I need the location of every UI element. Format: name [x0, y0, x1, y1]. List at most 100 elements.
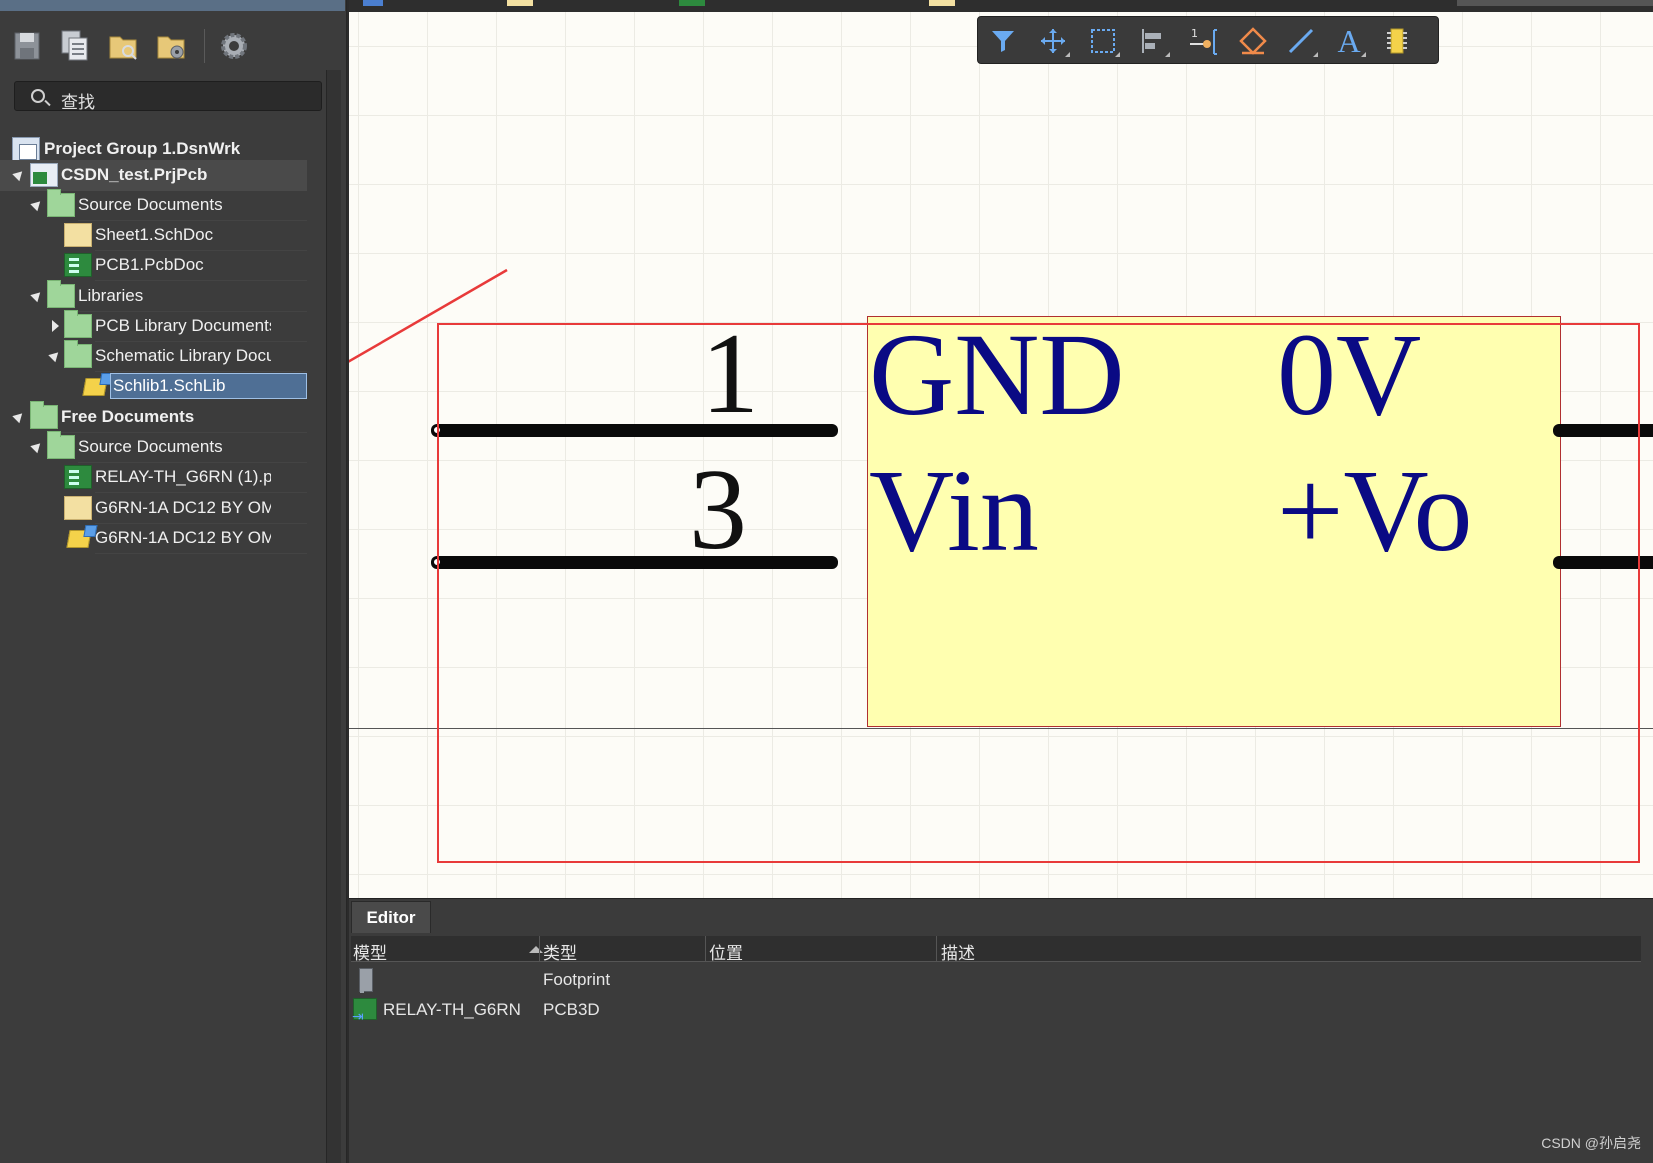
schematic-library-icon [66, 530, 92, 548]
pcb-doc-icon [64, 253, 92, 277]
schematic-library-editor-canvas[interactable]: 1 GND 3 Vin 0V +Vo 1 A [349, 12, 1653, 898]
tree-item-g6rn-schlib[interactable]: G6RN-1A DC12 BY OMRON [0, 523, 325, 554]
collapse-icon[interactable] [48, 348, 62, 363]
collapse-icon[interactable] [12, 167, 26, 182]
svg-text:1: 1 [1191, 27, 1198, 40]
tree-item-g6rn-schdoc[interactable]: G6RN-1A DC12 BY OMRON [0, 493, 325, 524]
cell-model: RELAY-TH_G6RN [383, 1000, 521, 1019]
schematic-library-icon [82, 378, 108, 396]
dropdown-corner [1361, 52, 1366, 57]
move-icon[interactable] [1036, 25, 1070, 57]
folder-icon [30, 401, 58, 429]
save-all-icon[interactable] [60, 29, 90, 63]
tree-item-label: G6RN-1A DC12 BY OMRON [95, 498, 271, 517]
watermark: CSDN @孙启尧 [1541, 1135, 1641, 1151]
table-row[interactable]: Footprint [351, 965, 1641, 995]
schematic-doc-icon [64, 496, 92, 520]
table-row[interactable]: RELAY-TH_G6RN PCB3D [351, 995, 1641, 1025]
tree-item-libraries[interactable]: Libraries [0, 280, 325, 312]
component-icon[interactable] [1380, 25, 1414, 57]
tree-item-label: G6RN-1A DC12 BY OMRON [95, 528, 271, 547]
tree-item-schematic-library-documents[interactable]: Schematic Library Documents [0, 340, 325, 372]
collapse-icon[interactable] [30, 288, 44, 303]
editor-panel: Editor 模型 类型 位置 描述 Footprint RELAY-TH_G6… [349, 898, 1653, 1163]
tab-active[interactable] [1457, 0, 1653, 6]
place-line-icon[interactable] [1284, 25, 1318, 57]
place-pin-icon[interactable]: 1 [1186, 25, 1220, 57]
collapse-icon[interactable] [30, 197, 44, 212]
footprint-icon [359, 968, 373, 993]
tree-item-schlib1[interactable]: Schlib1.SchLib [0, 371, 325, 402]
tab-icon[interactable] [507, 0, 533, 6]
panel-scrollbar[interactable] [326, 70, 341, 1163]
tree-item-label: Source Documents [78, 195, 223, 214]
row-divider [95, 553, 307, 554]
tree-item-free-documents[interactable]: Free Documents [0, 401, 325, 433]
folder-icon [47, 431, 75, 459]
panel-title-strip [0, 0, 345, 11]
tree-item-label: Libraries [78, 286, 144, 305]
collapse-icon[interactable] [30, 439, 44, 454]
expand-icon[interactable] [52, 320, 59, 332]
tab-icon[interactable] [679, 0, 705, 6]
toolbar-separator [204, 29, 205, 63]
column-divider[interactable] [539, 936, 540, 962]
pcb-doc-icon [64, 465, 92, 489]
collapse-icon[interactable] [12, 409, 26, 424]
tree-item-label: Schlib1.SchLib [110, 373, 307, 399]
tree-item-pcb1[interactable]: PCB1.PcbDoc [0, 250, 325, 281]
tree-item-label: Project Group 1.DsnWrk [44, 139, 241, 158]
column-header-description[interactable]: 描述 [941, 939, 975, 964]
text-glyph: A [1337, 23, 1361, 59]
tab-icon[interactable] [929, 0, 955, 6]
tree-item-label: PCB Library Documents [95, 316, 271, 335]
sort-ascending-icon [529, 946, 543, 953]
search-input[interactable]: 查找 [14, 81, 322, 112]
select-rectangle-icon[interactable] [1086, 25, 1120, 57]
gear-icon[interactable] [219, 29, 249, 63]
filter-icon[interactable] [986, 25, 1020, 57]
tree-item-relay-pcblib[interactable]: RELAY-TH_G6RN (1).pcblib [0, 462, 325, 493]
project-group-icon [12, 137, 40, 161]
column-header-type[interactable]: 类型 [543, 939, 577, 964]
tree-item-free-source-documents[interactable]: Source Documents [0, 431, 325, 463]
cell-type: PCB3D [543, 1000, 600, 1019]
cell-type: Footprint [543, 970, 611, 989]
tree-item-label: Free Documents [61, 407, 195, 426]
dropdown-corner [1065, 52, 1070, 57]
tab-editor[interactable]: Editor [351, 901, 431, 933]
folder-icon [64, 340, 92, 368]
folder-icon [47, 189, 75, 217]
tree-item-label: Schematic Library Documents [95, 346, 271, 365]
project-options-icon[interactable] [156, 29, 186, 63]
dropdown-corner [1115, 52, 1120, 57]
place-text-icon[interactable]: A [1332, 25, 1366, 57]
pcb-project-icon [30, 163, 58, 187]
tab-icon[interactable] [363, 0, 383, 6]
pcb3d-icon [352, 998, 377, 1025]
document-tab-strip[interactable] [349, 0, 1653, 12]
schematic-doc-icon [64, 223, 92, 247]
tree-item-pcb-library-documents[interactable]: PCB Library Documents [0, 310, 325, 342]
tree-item-label: CSDN_test.PrjPcb [61, 165, 208, 184]
tree-item-sheet1[interactable]: Sheet1.SchDoc [0, 220, 325, 251]
dropdown-corner [1165, 52, 1170, 57]
dropdown-corner [1313, 52, 1318, 57]
tree-item-prjpcb[interactable]: CSDN_test.PrjPcb [0, 160, 307, 191]
open-project-icon[interactable] [108, 29, 138, 63]
column-header-model[interactable]: 模型 [353, 939, 387, 964]
column-header-location[interactable]: 位置 [709, 939, 743, 964]
folder-icon [47, 280, 75, 308]
selection-highlight-box [437, 323, 1640, 863]
models-table-header: 模型 类型 位置 描述 [351, 936, 1641, 964]
align-icon[interactable] [1136, 25, 1170, 57]
folder-icon [64, 310, 92, 338]
column-divider[interactable] [936, 936, 937, 962]
tree-item-label: Source Documents [78, 437, 223, 456]
ieee-symbol-icon[interactable] [1236, 25, 1270, 57]
column-divider[interactable] [705, 936, 706, 962]
tree-item-label: PCB1.PcbDoc [95, 255, 204, 274]
projects-panel: 查找 Project Group 1.DsnWrk CSDN_test.PrjP… [0, 0, 347, 1163]
save-icon[interactable] [12, 29, 42, 63]
tree-item-source-documents[interactable]: Source Documents [0, 189, 325, 221]
